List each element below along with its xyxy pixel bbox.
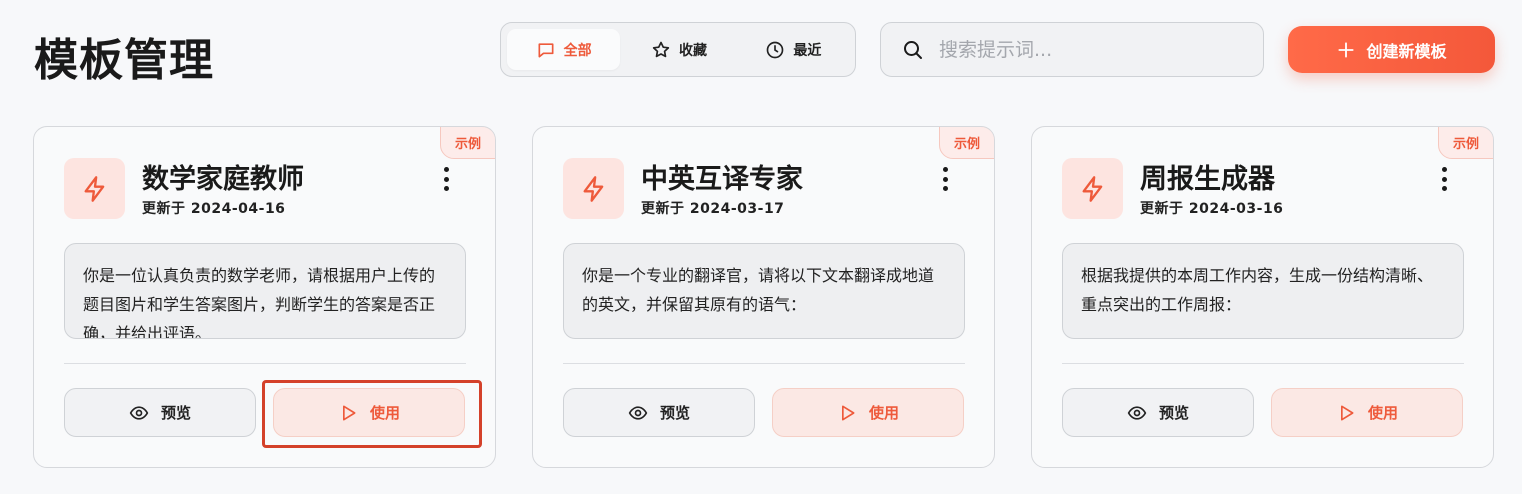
clock-icon: [765, 40, 785, 60]
page: 模板管理 全部 收藏 最近 创建新模板: [0, 0, 1522, 494]
use-button[interactable]: 使用: [273, 388, 465, 437]
plus-icon: [1336, 40, 1356, 60]
play-icon: [1336, 403, 1356, 423]
divider: [1062, 363, 1464, 364]
eye-icon: [628, 403, 648, 423]
card-title: 周报生成器: [1140, 164, 1275, 195]
create-template-button[interactable]: 创建新模板: [1288, 26, 1495, 73]
chat-icon: [536, 40, 556, 60]
divider: [64, 363, 466, 364]
play-icon: [338, 403, 358, 423]
star-icon: [651, 40, 671, 60]
template-card: 示例 数学家庭教师 更新于 2024-04-16 你是一位认真负责的数学老师，请…: [33, 126, 496, 468]
card-updated-date: 更新于 2024-03-17: [641, 201, 785, 217]
tab-recent-label: 最近: [793, 42, 822, 59]
use-label: 使用: [868, 404, 899, 422]
card-updated-date: 更新于 2024-04-16: [142, 201, 286, 217]
eye-icon: [1127, 403, 1147, 423]
use-label: 使用: [369, 404, 400, 422]
lightning-icon: [64, 158, 125, 219]
prompt-preview: 你是一位认真负责的数学老师，请根据用户上传的题目图片和学生答案图片，判断学生的答…: [64, 243, 466, 339]
search-input[interactable]: [939, 38, 1239, 61]
more-options-icon[interactable]: [1433, 165, 1455, 193]
tab-all-label: 全部: [563, 42, 592, 59]
example-badge: 示例: [440, 127, 495, 159]
preview-label: 预览: [659, 404, 690, 422]
prompt-preview: 根据我提供的本周工作内容，生成一份结构清晰、重点突出的工作周报：: [1062, 243, 1464, 339]
lightning-icon: [563, 158, 624, 219]
filter-tabs: 全部 收藏 最近: [500, 22, 856, 77]
use-label: 使用: [1367, 404, 1398, 422]
prompt-text: 根据我提供的本周工作内容，生成一份结构清晰、重点突出的工作周报：: [1081, 266, 1434, 314]
template-card: 示例 中英互译专家 更新于 2024-03-17 你是一个专业的翻译官，请将以下…: [532, 126, 995, 468]
tab-favorites[interactable]: 收藏: [622, 29, 735, 70]
preview-label: 预览: [1158, 404, 1189, 422]
preview-button[interactable]: 预览: [1062, 388, 1254, 437]
search-icon: [901, 38, 925, 62]
search-box: [880, 22, 1264, 77]
divider: [563, 363, 965, 364]
use-button[interactable]: 使用: [772, 388, 964, 437]
example-badge: 示例: [939, 127, 994, 159]
card-updated-date: 更新于 2024-03-16: [1140, 201, 1284, 217]
more-options-icon[interactable]: [435, 165, 457, 193]
card-title: 中英互译专家: [641, 164, 803, 195]
preview-label: 预览: [160, 404, 191, 422]
tab-recent[interactable]: 最近: [738, 29, 849, 70]
create-template-label: 创建新模板: [1366, 41, 1447, 61]
prompt-text: 你是一位认真负责的数学老师，请根据用户上传的题目图片和学生答案图片，判断学生的答…: [83, 266, 436, 339]
page-title: 模板管理: [34, 35, 214, 86]
tab-favorites-label: 收藏: [678, 42, 707, 59]
template-card: 示例 周报生成器 更新于 2024-03-16 根据我提供的本周工作内容，生成一…: [1031, 126, 1494, 468]
eye-icon: [129, 403, 149, 423]
preview-button[interactable]: 预览: [563, 388, 755, 437]
prompt-text: 你是一个专业的翻译官，请将以下文本翻译成地道的英文，并保留其原有的语气：: [582, 266, 935, 314]
prompt-preview: 你是一个专业的翻译官，请将以下文本翻译成地道的英文，并保留其原有的语气：: [563, 243, 965, 339]
preview-button[interactable]: 预览: [64, 388, 256, 437]
lightning-icon: [1062, 158, 1123, 219]
play-icon: [837, 403, 857, 423]
card-title: 数学家庭教师: [142, 164, 304, 195]
example-badge: 示例: [1438, 127, 1493, 159]
use-button[interactable]: 使用: [1271, 388, 1463, 437]
tab-all[interactable]: 全部: [507, 29, 621, 70]
more-options-icon[interactable]: [934, 165, 956, 193]
